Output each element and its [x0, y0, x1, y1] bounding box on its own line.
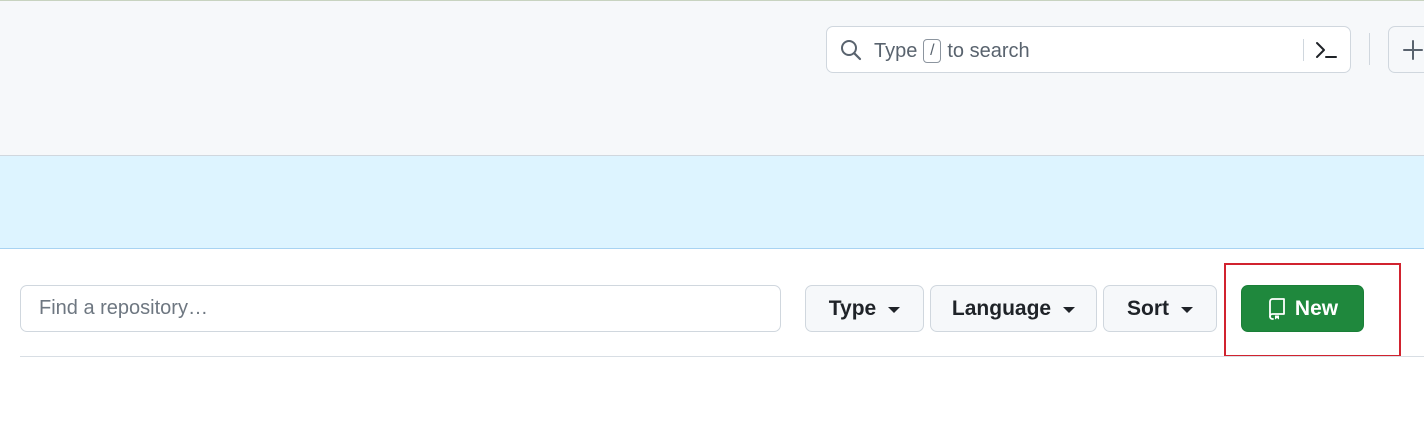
type-filter-button[interactable]: Type — [805, 285, 924, 332]
info-banner — [0, 156, 1424, 249]
new-button-label: New — [1294, 296, 1339, 320]
type-filter-label: Type — [828, 296, 877, 320]
search-hint-prefix: Type — [874, 39, 918, 62]
plus-icon — [1403, 40, 1423, 60]
sort-filter-label: Sort — [1127, 296, 1169, 320]
language-filter-label: Language — [951, 296, 1052, 320]
search-divider — [1303, 39, 1304, 61]
chevron-down-icon — [1181, 306, 1193, 313]
search-icon — [841, 40, 862, 61]
sort-filter-button[interactable]: Sort — [1103, 285, 1217, 332]
chevron-down-icon — [888, 306, 901, 313]
site-header: Type / to search — [0, 0, 1424, 156]
language-filter-button[interactable]: Language — [930, 285, 1097, 332]
global-search-box[interactable]: Type / to search — [826, 26, 1351, 73]
header-divider — [1369, 33, 1370, 65]
search-shortcut-key: / — [923, 39, 942, 63]
create-new-button[interactable] — [1388, 26, 1424, 73]
search-hint-suffix: to search — [947, 39, 1030, 62]
find-repository-input[interactable] — [20, 285, 781, 332]
command-palette-icon[interactable] — [1313, 38, 1339, 62]
repo-icon — [1269, 297, 1285, 320]
chevron-down-icon — [1063, 306, 1076, 313]
new-repository-button[interactable]: New — [1241, 285, 1364, 332]
search-hint: Type / to search — [874, 39, 1030, 63]
toolbar-divider — [20, 356, 1424, 357]
